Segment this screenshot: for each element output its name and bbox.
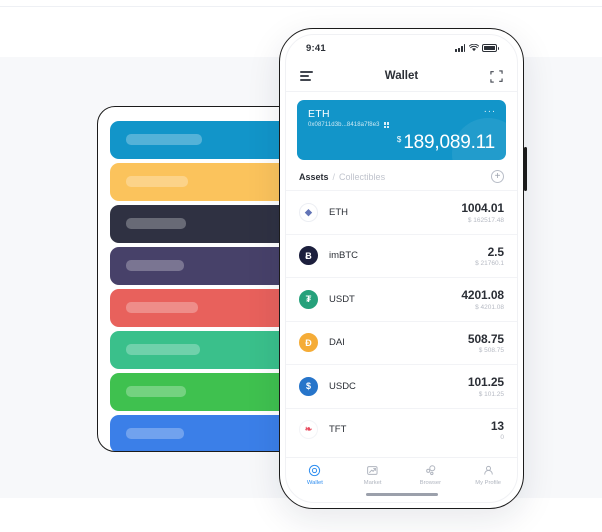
asset-amount: 2.5 <box>487 244 504 259</box>
asset-symbol: USDC <box>329 380 356 392</box>
balance-row: $ 189,089.11 <box>397 132 495 154</box>
asset-values: 2.5 $ 21760.1 <box>475 245 504 268</box>
scan-qr-icon[interactable] <box>490 69 503 83</box>
tab-assets[interactable]: Assets <box>299 172 329 182</box>
tab-label: My Profile <box>475 479 502 486</box>
card-more-button[interactable]: ··· <box>484 107 496 117</box>
add-token-button[interactable]: + <box>491 170 504 183</box>
asset-fiat-value: $ 4201.08 <box>475 303 504 311</box>
usdt-icon: ₮ <box>299 289 318 309</box>
market-icon <box>367 466 378 475</box>
skeleton-placeholder-bar <box>126 428 184 439</box>
asset-fiat-value: $ 162517.48 <box>467 216 504 224</box>
battery-icon <box>482 44 499 52</box>
hamburger-menu-icon[interactable] <box>300 71 313 81</box>
wifi-icon <box>468 44 479 52</box>
tab-label: Market <box>363 479 382 486</box>
asset-symbol: TFT <box>329 424 347 436</box>
profile-icon <box>483 465 493 475</box>
qr-code-icon[interactable] <box>383 122 390 128</box>
phone-screen: 9:41 Wallet ETH 0x08711d3b...8418a7f8e3 … <box>285 34 518 503</box>
skeleton-placeholder-bar <box>126 386 186 397</box>
dai-icon: Ð <box>299 333 318 353</box>
asset-values: 101.25 $ 101.25 <box>468 375 504 398</box>
tab-label: Browser <box>419 479 441 486</box>
asset-values: 508.75 $ 508.75 <box>468 332 504 355</box>
tab-my-profile[interactable]: My Profile <box>459 464 517 486</box>
phone-mockup: 9:41 Wallet ETH 0x08711d3b...8418a7f8e3 … <box>279 28 527 509</box>
signal-bars-icon <box>455 44 466 52</box>
power-button[interactable] <box>524 147 527 191</box>
tab-market[interactable]: Market <box>344 464 402 486</box>
nav-bar: Wallet <box>286 61 517 92</box>
card-address-row[interactable]: 0x08711d3b...8418a7f8e3 <box>308 122 495 128</box>
imbtc-icon: Ƀ <box>299 246 318 266</box>
asset-symbol: USDT <box>329 293 355 305</box>
skeleton-placeholder-bar <box>126 134 202 145</box>
asset-row[interactable]: ❧ TFT 13 0 <box>286 407 517 452</box>
skeleton-placeholder-bar <box>126 344 200 355</box>
asset-row[interactable]: ɃimBTC 2.5 $ 21760.1 <box>286 233 517 278</box>
skeleton-placeholder-bar <box>126 176 188 187</box>
asset-amount: 1004.01 <box>461 201 504 215</box>
asset-amount: 4201.08 <box>461 288 504 302</box>
card-coin-label: ETH <box>308 108 330 120</box>
asset-amount: 13 <box>490 418 504 433</box>
asset-fiat-value: 0 <box>500 434 504 441</box>
asset-row[interactable]: ◆ ETH 1004.01 $ 162517.48 <box>286 190 517 234</box>
wallet-icon <box>309 464 321 477</box>
tab-wallet[interactable]: Wallet <box>286 464 344 486</box>
skeleton-placeholder-bar <box>126 218 186 229</box>
balance-currency-symbol: $ <box>396 135 402 144</box>
asset-symbol: ETH <box>329 206 348 218</box>
tab-collectibles[interactable]: Collectibles <box>339 172 385 182</box>
status-icons <box>455 44 499 52</box>
asset-symbol: imBTC <box>329 250 359 262</box>
tab-separator: / <box>332 171 336 182</box>
balance-card[interactable]: ETH 0x08711d3b...8418a7f8e3 ··· $ 189,08… <box>297 100 506 160</box>
asset-row[interactable]: ₮ USDT 4201.08 $ 4201.08 <box>286 277 517 321</box>
asset-fiat-value: $ 21760.1 <box>475 260 504 267</box>
wallet-address: 0x08711d3b...8418a7f8e3 <box>308 122 380 128</box>
skeleton-placeholder-bar <box>126 302 198 313</box>
asset-fiat-value: $ 101.25 <box>478 390 504 398</box>
asset-amount: 101.25 <box>467 375 504 389</box>
background-hairline <box>0 6 602 7</box>
skeleton-placeholder-bar <box>126 260 184 271</box>
home-indicator <box>365 492 438 496</box>
asset-row[interactable]: Ð DAI 508.75 $ 508.75 <box>286 320 517 365</box>
balance-amount: 189,089.11 <box>403 132 495 153</box>
usdc-icon: $ <box>299 376 318 396</box>
status-bar: 9:41 <box>286 35 517 61</box>
asset-fiat-value: $ 508.75 <box>478 347 504 354</box>
eth-icon: ◆ <box>299 202 318 222</box>
browser-icon <box>426 465 436 476</box>
assets-header: Assets / Collectibles + <box>286 160 517 190</box>
tab-label: Wallet <box>306 479 323 486</box>
asset-values: 4201.08 $ 4201.08 <box>461 288 504 311</box>
asset-values: 13 0 <box>491 419 504 442</box>
asset-list[interactable]: ◆ ETH 1004.01 $ 162517.48 ɃimBTC 2.5 $ 21760.1… <box>286 190 517 457</box>
tab-browser[interactable]: Browser <box>402 464 460 486</box>
asset-symbol: DAI <box>329 337 345 349</box>
page-title: Wallet <box>384 70 419 82</box>
asset-values: 1004.01 $ 162517.48 <box>461 201 504 224</box>
asset-amount: 508.75 <box>467 331 504 346</box>
status-time: 9:41 <box>306 42 326 54</box>
tft-icon: ❧ <box>299 420 318 440</box>
asset-row[interactable]: $ USDC 101.25 $ 101.25 <box>286 364 517 408</box>
